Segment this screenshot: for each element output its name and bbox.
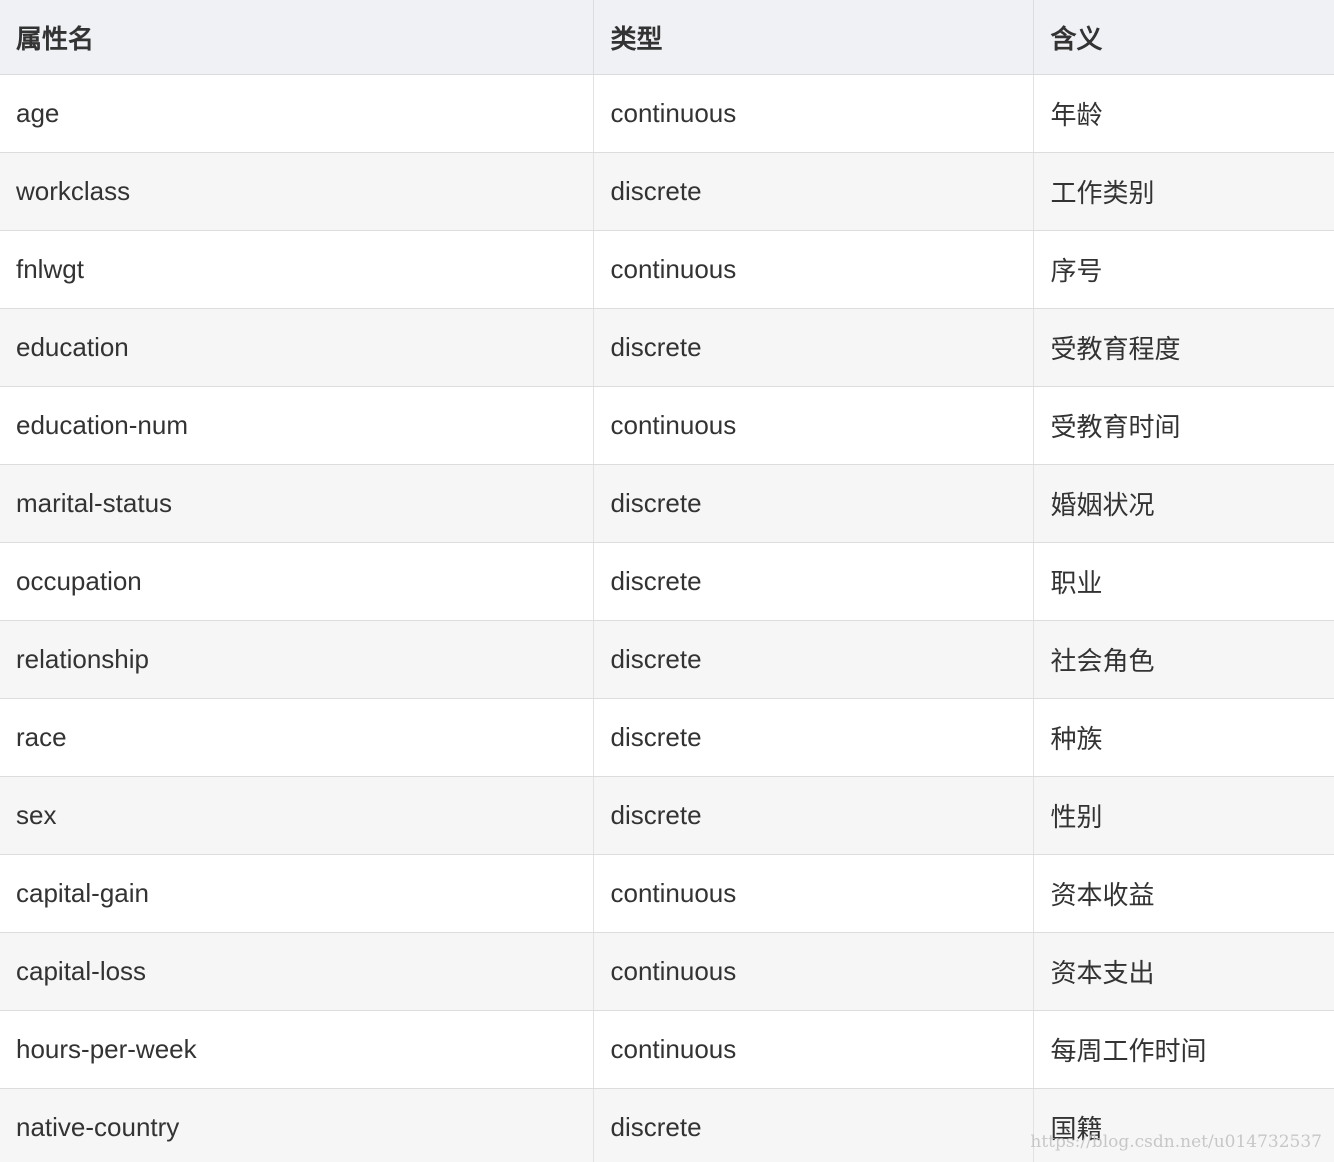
cell-meaning: 职业 bbox=[1033, 542, 1334, 621]
cell-attribute-name: education-num bbox=[0, 386, 594, 465]
cell-type: continuous bbox=[593, 1010, 1034, 1089]
cell-type: discrete bbox=[593, 542, 1034, 621]
cell-meaning: 年龄 bbox=[1033, 74, 1334, 153]
cell-meaning: 序号 bbox=[1033, 230, 1334, 309]
cell-meaning: 资本收益 bbox=[1033, 854, 1334, 933]
cell-attribute-name: age bbox=[0, 74, 594, 153]
cell-meaning: 婚姻状况 bbox=[1033, 464, 1334, 543]
table-row: education discrete 受教育程度 bbox=[0, 308, 1334, 387]
cell-meaning: 每周工作时间 bbox=[1033, 1010, 1334, 1089]
cell-attribute-name: race bbox=[0, 698, 594, 777]
table-row: capital-gain continuous 资本收益 bbox=[0, 854, 1334, 933]
cell-type: discrete bbox=[593, 464, 1034, 543]
cell-type: continuous bbox=[593, 230, 1034, 309]
cell-attribute-name: workclass bbox=[0, 152, 594, 231]
header-row: 属性名 类型 含义 bbox=[0, 0, 1334, 75]
table-row: sex discrete 性别 bbox=[0, 776, 1334, 855]
cell-attribute-name: hours-per-week bbox=[0, 1010, 594, 1089]
cell-meaning: 社会角色 bbox=[1033, 620, 1334, 699]
cell-meaning: 性别 bbox=[1033, 776, 1334, 855]
header-meaning: 含义 bbox=[1033, 0, 1334, 75]
table-row: education-num continuous 受教育时间 bbox=[0, 386, 1334, 465]
cell-meaning: 资本支出 bbox=[1033, 932, 1334, 1011]
cell-type: discrete bbox=[593, 152, 1034, 231]
cell-meaning: 受教育程度 bbox=[1033, 308, 1334, 387]
table-row: age continuous 年龄 bbox=[0, 74, 1334, 153]
cell-attribute-name: relationship bbox=[0, 620, 594, 699]
cell-attribute-name: occupation bbox=[0, 542, 594, 621]
cell-attribute-name: marital-status bbox=[0, 464, 594, 543]
cell-type: discrete bbox=[593, 308, 1034, 387]
table-row: hours-per-week continuous 每周工作时间 bbox=[0, 1010, 1334, 1089]
cell-type: discrete bbox=[593, 698, 1034, 777]
header-type: 类型 bbox=[593, 0, 1034, 75]
table-row: capital-loss continuous 资本支出 bbox=[0, 932, 1334, 1011]
cell-meaning: 工作类别 bbox=[1033, 152, 1334, 231]
cell-attribute-name: education bbox=[0, 308, 594, 387]
table-header: 属性名 类型 含义 bbox=[0, 0, 1334, 75]
cell-type: discrete bbox=[593, 620, 1034, 699]
table-row: fnlwgt continuous 序号 bbox=[0, 230, 1334, 309]
cell-type: continuous bbox=[593, 74, 1034, 153]
cell-meaning: 种族 bbox=[1033, 698, 1334, 777]
table-row: native-country discrete 国籍 bbox=[0, 1088, 1334, 1162]
cell-type: discrete bbox=[593, 1088, 1034, 1162]
table-row: occupation discrete 职业 bbox=[0, 542, 1334, 621]
cell-attribute-name: fnlwgt bbox=[0, 230, 594, 309]
cell-attribute-name: capital-loss bbox=[0, 932, 594, 1011]
cell-type: continuous bbox=[593, 932, 1034, 1011]
cell-attribute-name: sex bbox=[0, 776, 594, 855]
table-row: workclass discrete 工作类别 bbox=[0, 152, 1334, 231]
cell-type: continuous bbox=[593, 386, 1034, 465]
cell-attribute-name: capital-gain bbox=[0, 854, 594, 933]
table-body: age continuous 年龄 workclass discrete 工作类别 fnlw… bbox=[0, 74, 1334, 1162]
cell-type: continuous bbox=[593, 854, 1034, 933]
attribute-table: 属性名 类型 含义 age continuous 年龄 workclass discre… bbox=[0, 0, 1334, 1162]
header-attribute-name: 属性名 bbox=[0, 0, 594, 75]
cell-meaning: 受教育时间 bbox=[1033, 386, 1334, 465]
table-row: relationship discrete 社会角色 bbox=[0, 620, 1334, 699]
table-row: marital-status discrete 婚姻状况 bbox=[0, 464, 1334, 543]
table-row: race discrete 种族 bbox=[0, 698, 1334, 777]
cell-attribute-name: native-country bbox=[0, 1088, 594, 1162]
cell-type: discrete bbox=[593, 776, 1034, 855]
cell-meaning: 国籍 bbox=[1033, 1088, 1334, 1162]
